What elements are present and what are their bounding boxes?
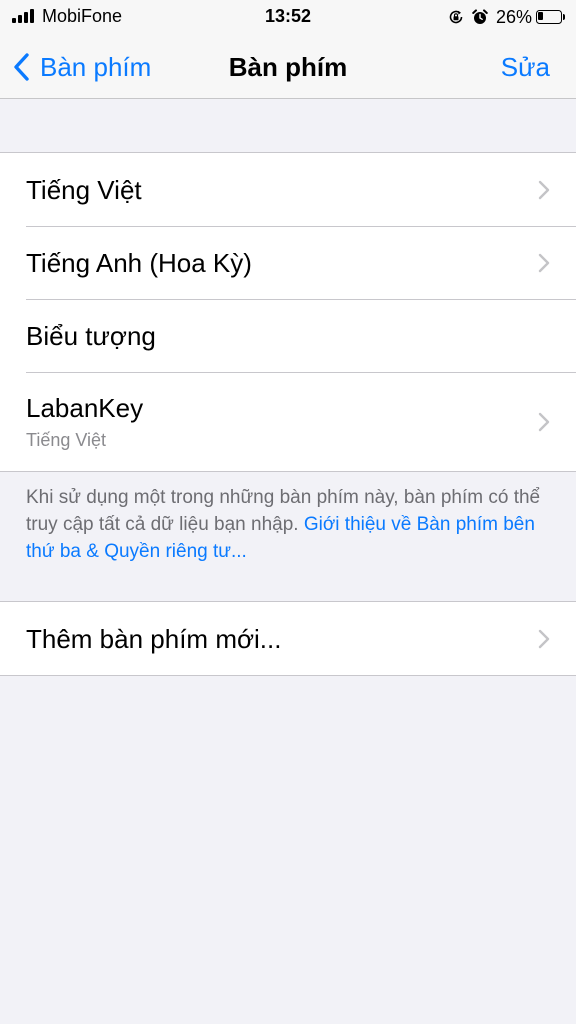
back-button-label: Bàn phím: [40, 51, 152, 82]
keyboard-label: LabanKey: [26, 393, 144, 423]
keyboard-label: Tiếng Việt: [26, 175, 142, 205]
chevron-right-icon: [538, 180, 550, 200]
back-button[interactable]: Bàn phím: [12, 36, 151, 98]
battery-percent: 26%: [495, 6, 532, 27]
keyboard-row-english-us[interactable]: Tiếng Anh (Hoa Kỳ): [0, 226, 576, 299]
chevron-left-icon: [14, 53, 29, 81]
keyboard-row-emoji[interactable]: Biểu tượng: [0, 299, 576, 372]
keyboard-label: Tiếng Anh (Hoa Kỳ): [26, 248, 252, 278]
keyboard-row-vietnamese[interactable]: Tiếng Việt: [0, 153, 576, 226]
alarm-icon: [472, 9, 488, 24]
battery-icon: [536, 10, 566, 24]
add-keyboard-group: Thêm bàn phím mới...: [0, 601, 576, 676]
keyboards-list: Tiếng Việt Tiếng Anh (Hoa Kỳ) Biểu tượng…: [0, 152, 576, 472]
chevron-right-icon: [538, 253, 550, 273]
privacy-note: Khi sử dụng một trong những bàn phím này…: [26, 484, 546, 565]
edit-button[interactable]: Sửa: [501, 36, 550, 98]
chevron-right-icon: [538, 629, 550, 649]
keyboard-label: Biểu tượng: [26, 321, 156, 351]
add-keyboard-label: Thêm bàn phím mới...: [26, 624, 282, 654]
chevron-right-icon: [538, 412, 550, 432]
add-keyboard-row[interactable]: Thêm bàn phím mới...: [0, 602, 576, 675]
status-bar: MobiFone 13:52 26%: [0, 0, 576, 36]
navigation-bar: Bàn phím Bàn phím Sửa: [0, 36, 576, 99]
status-indicators: 26%: [448, 5, 566, 29]
keyboard-row-labankey[interactable]: LabanKey Tiếng Việt: [0, 372, 576, 471]
rotation-lock-icon: [449, 10, 463, 24]
keyboard-subtitle: Tiếng Việt: [26, 430, 107, 450]
